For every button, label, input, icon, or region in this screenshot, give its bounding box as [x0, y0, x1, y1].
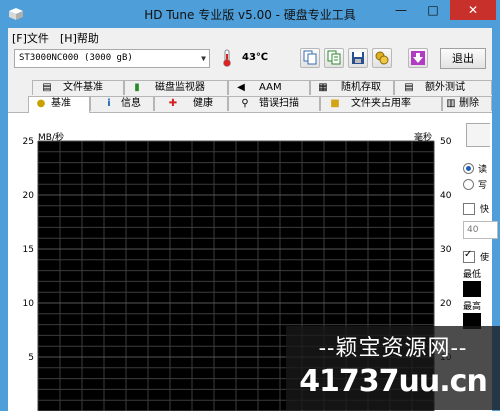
watermark-url: 41737uu.cn — [299, 364, 488, 399]
write-radio-label: 写 — [478, 181, 488, 191]
app-window: HD Tune 专业版 v5.00 - 硬盘专业工具 — □ ✕ [F]文件 [… — [0, 0, 500, 411]
short-stroke-field[interactable]: 40 — [463, 221, 498, 239]
read-radio[interactable] — [463, 163, 474, 174]
toolbar: ST3000NC000 (3000 gB) ▼ 43℃ 退出 — [8, 46, 492, 72]
menu-bar: [F]文件 [H]帮助 — [8, 28, 492, 47]
exit-button[interactable]: 退出 — [440, 48, 486, 69]
error-scan-icon: ⚲ — [241, 98, 249, 109]
tab-label: AAM — [259, 82, 282, 93]
download-button[interactable] — [408, 48, 428, 68]
y-tick-label: 25 — [23, 137, 34, 147]
y2-tick-label: 30 — [440, 245, 452, 255]
tab-file-benchmark[interactable]: ▤ 文件基准 — [32, 80, 124, 95]
tab-error-scan[interactable]: ⚲ 错误扫描 — [228, 96, 320, 111]
tab-label: 额外测试 — [425, 82, 465, 93]
tab-aam[interactable]: ◀ AAM — [228, 80, 310, 95]
copy-text-button[interactable] — [324, 48, 344, 68]
folder-usage-icon: ■ — [330, 98, 340, 109]
copy-text-icon — [327, 50, 341, 65]
extra-tests-icon: ▤ — [404, 82, 414, 93]
watermark: --颖宝资源网-- 41737uu.cn — [286, 326, 500, 410]
max-label: 最高 — [463, 302, 482, 312]
title-bar: HD Tune 专业版 v5.00 - 硬盘专业工具 — □ ✕ — [0, 0, 500, 28]
disk-monitor-icon: ▮ — [134, 82, 140, 93]
use-checkbox-label: 使 — [480, 253, 490, 263]
options-button[interactable] — [372, 48, 392, 68]
tab-folder-usage[interactable]: ■ 文件夹占用率 — [320, 96, 442, 111]
watermark-title: --颖宝资源网-- — [318, 336, 468, 361]
save-button[interactable] — [348, 48, 368, 68]
drive-select-value: ST3000NC000 (3000 gB) — [19, 53, 133, 63]
tab-label: 文件夹占用率 — [351, 98, 411, 109]
tab-label: 随机存取 — [341, 82, 381, 93]
y2-tick-label: 40 — [440, 191, 452, 201]
min-value-box — [463, 281, 481, 297]
thermometer-icon — [223, 49, 231, 67]
temperature-readout: 43℃ — [242, 52, 269, 63]
copy-button[interactable] — [300, 48, 320, 68]
short-stroke-checkbox[interactable] — [463, 203, 475, 215]
benchmark-icon: ● — [36, 98, 46, 109]
y-tick-label: 20 — [23, 191, 35, 201]
drive-select[interactable]: ST3000NC000 (3000 gB) ▼ — [14, 49, 210, 68]
y2-tick-label: 20 — [440, 299, 452, 309]
tab-label: 基准 — [51, 98, 71, 109]
menu-help[interactable]: [H]帮助 — [60, 30, 99, 46]
write-radio[interactable] — [463, 179, 474, 190]
health-icon: ✚ — [168, 98, 178, 109]
random-access-icon: ▦ — [318, 82, 328, 93]
options-icon — [375, 51, 389, 65]
tab-random-access[interactable]: ▦ 随机存取 — [310, 80, 394, 95]
tab-info[interactable]: i 信息 — [90, 96, 154, 111]
restore-button[interactable]: □ — [418, 0, 448, 20]
y-tick-label: 5 — [28, 353, 34, 363]
y-tick-label: 10 — [23, 299, 35, 309]
download-icon — [411, 51, 425, 65]
tab-label: 删除 — [459, 98, 479, 109]
file-benchmark-icon: ▤ — [42, 82, 52, 93]
min-label: 最低 — [463, 270, 482, 280]
tab-benchmark[interactable]: ● 基准 — [28, 96, 90, 113]
tab-label: 文件基准 — [63, 82, 103, 93]
start-button[interactable] — [466, 123, 490, 147]
chevron-down-icon: ▼ — [201, 54, 206, 63]
erase-icon: ▥ — [446, 98, 456, 109]
tab-label: 错误扫描 — [259, 98, 299, 109]
tab-health[interactable]: ✚ 健康 — [154, 96, 228, 111]
copy-icon — [303, 50, 317, 65]
tab-label: 信息 — [121, 98, 141, 109]
close-button[interactable]: ✕ — [450, 0, 496, 20]
tab-label: 健康 — [193, 98, 213, 109]
tab-label: 磁盘监视器 — [155, 82, 205, 93]
speaker-icon: ◀ — [237, 82, 245, 93]
minimize-button[interactable]: — — [386, 0, 416, 20]
menu-file[interactable]: [F]文件 — [12, 30, 49, 46]
info-icon: i — [107, 98, 111, 109]
y2-tick-label: 50 — [440, 137, 452, 147]
y-tick-label: 15 — [23, 245, 34, 255]
save-icon — [352, 52, 364, 64]
tab-extra-tests[interactable]: ▤ 额外测试 — [394, 80, 492, 95]
short-stroke-label: 快 — [480, 205, 490, 215]
tab-disk-monitor[interactable]: ▮ 磁盘监视器 — [124, 80, 228, 95]
tab-erase[interactable]: ▥ 删除 — [442, 96, 492, 111]
read-radio-label: 读 — [478, 165, 488, 175]
use-checkbox[interactable] — [463, 249, 475, 263]
